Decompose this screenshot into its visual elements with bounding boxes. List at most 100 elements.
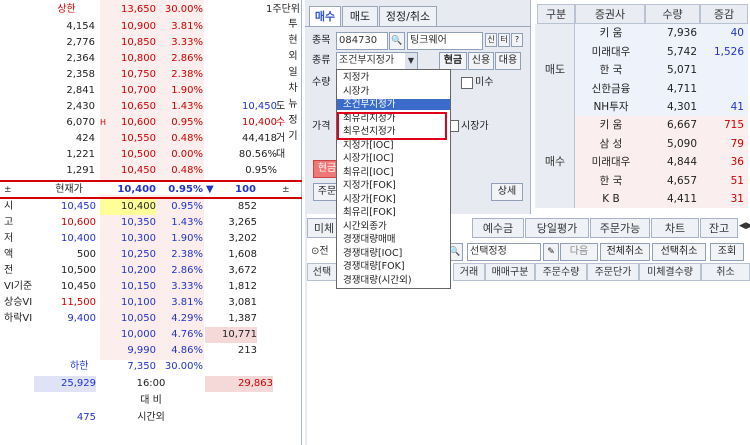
- scroll-arrow-icon[interactable]: ◀▶: [739, 221, 750, 231]
- dropdown-item[interactable]: 시장가[IOC]: [337, 153, 450, 164]
- tab-chart[interactable]: 차트: [651, 218, 699, 238]
- bid-pct: 0.95%: [171, 201, 203, 212]
- bid-row[interactable]: 전 10,500 10,200 2.86% 3,672: [0, 263, 285, 279]
- shortcut-button[interactable]: 터: [498, 33, 510, 47]
- broker-change: 41: [730, 101, 744, 113]
- order-type-dropdown[interactable]: 지정가 시장가 조건부지정가 최유리지정가 최우선지정가 지정가[IOC] 시장가[IOC]…: [336, 69, 451, 289]
- cash-button[interactable]: 현금: [439, 52, 467, 70]
- dropdown-item[interactable]: 경쟁대량[IOC]: [337, 248, 450, 259]
- bid-row[interactable]: 시 10,450 10,400 0.95% 852: [0, 199, 285, 215]
- dropdown-item[interactable]: 조건부지정가: [337, 99, 450, 110]
- tab-buy[interactable]: 매수: [309, 6, 341, 26]
- bid-row[interactable]: 하락VI 9,400 10,050 4.29% 1,387: [0, 311, 285, 327]
- ask-row[interactable]: 6,070 10,600 0.95% 10,400 수 H: [0, 115, 285, 131]
- broker-qty: 5,071: [666, 64, 697, 76]
- side-tab[interactable]: 현: [284, 33, 302, 49]
- dropdown-item[interactable]: 최유리[FOK]: [337, 207, 450, 218]
- tab-daily-eval[interactable]: 당일평가: [525, 218, 589, 238]
- dropdown-item[interactable]: 최유리[IOC]: [337, 167, 450, 178]
- expand-right-icon[interactable]: ±: [282, 182, 296, 198]
- broker-name: 삼 성: [599, 137, 623, 150]
- dropdown-item[interactable]: 시간외종가: [337, 221, 450, 232]
- broker-row: NH투자 4,301 41: [535, 98, 750, 116]
- credit-button[interactable]: 신용: [468, 52, 494, 70]
- ask-price: 10,450: [121, 165, 156, 176]
- ask-volume: 2,364: [66, 53, 95, 64]
- side-tab[interactable]: 투: [284, 17, 302, 33]
- filter-label[interactable]: ⊙전: [311, 243, 329, 261]
- code-input[interactable]: 084730: [336, 32, 388, 50]
- bid-price: 10,050: [121, 313, 156, 324]
- bid-row[interactable]: 상승VI 11,500 10,100 3.81% 3,081: [0, 295, 285, 311]
- current-price-row: ± 현재가 10,400 0.95% ▼ 100 ±: [0, 182, 302, 198]
- dropdown-item[interactable]: 경쟁대량[FOK]: [337, 261, 450, 272]
- market-label: 시장가: [461, 121, 489, 132]
- next-button[interactable]: 다음: [560, 243, 598, 261]
- bid-row[interactable]: 10,000 4.76% 10,771: [0, 327, 285, 343]
- help-button[interactable]: ?: [511, 33, 523, 47]
- order-type-select[interactable]: 조건부지정가 ▼: [336, 52, 418, 70]
- tab-orderable[interactable]: 주문가능: [590, 218, 650, 238]
- dropdown-item[interactable]: 지정가[FOK]: [337, 180, 450, 191]
- misu-checkbox[interactable]: [461, 77, 473, 89]
- broker-row: K B 4,411 31: [535, 190, 750, 208]
- cancel-all-button[interactable]: 전체취소: [600, 243, 650, 261]
- ask-row[interactable]: 1,221 10,500 0.00% 80.56% 대: [0, 147, 285, 163]
- expand-left-icon[interactable]: ±: [4, 182, 18, 198]
- dropdown-item[interactable]: 경쟁대량매매: [337, 234, 450, 245]
- side-tab[interactable]: 차: [284, 81, 302, 97]
- broker-name: 키 움: [599, 27, 623, 39]
- bid-row[interactable]: 액 500 10,250 2.38% 1,608: [0, 247, 285, 263]
- ask-row[interactable]: 2,841 10,700 1.90%: [0, 83, 285, 99]
- dropdown-item[interactable]: 시장가: [337, 86, 450, 97]
- broker-change: 36: [730, 156, 744, 168]
- broker-row: 신한금융 4,711: [535, 80, 750, 98]
- ask-row[interactable]: 424 10,550 0.48% 44,418 거: [0, 131, 285, 147]
- side-tab[interactable]: 뉴: [284, 97, 302, 113]
- bid-info-value: 10,500: [61, 265, 96, 276]
- ask-volume: 1,291: [66, 165, 95, 176]
- loan-button[interactable]: 대용: [495, 52, 521, 70]
- side-tab[interactable]: 외: [284, 49, 302, 65]
- query-button[interactable]: 조회: [710, 243, 744, 261]
- lower-limit-price: 7,350: [127, 361, 156, 372]
- side-tab[interactable]: 기: [284, 129, 302, 145]
- ask-row[interactable]: 1,291 10,450 0.48% 0.95%: [0, 163, 285, 179]
- ask-row[interactable]: 2,430 10,650 1.43% 10,450 도: [0, 99, 285, 115]
- dropdown-item[interactable]: 경쟁대량(시간외): [337, 275, 450, 286]
- bid-row[interactable]: 9,990 4.86% 213: [0, 343, 285, 359]
- search-icon[interactable]: 🔍: [389, 32, 405, 50]
- new-button[interactable]: 신: [485, 33, 497, 47]
- dropdown-item[interactable]: 지정가[IOC]: [337, 140, 450, 151]
- broker-change: 79: [730, 137, 744, 150]
- bid-info-value: 10,450: [61, 201, 96, 212]
- bid-row[interactable]: VI기준 10,450 10,150 3.33% 1,812: [0, 279, 285, 295]
- broker-qty: 6,667: [666, 119, 697, 131]
- broker-change: 31: [730, 193, 744, 205]
- ask-price: 10,800: [121, 53, 156, 64]
- detail-button[interactable]: 상세: [491, 183, 523, 201]
- tab-sell[interactable]: 매도: [342, 6, 378, 26]
- cancel-selected-button[interactable]: 선택취소: [652, 243, 706, 261]
- bid-pct: 3.33%: [171, 281, 203, 292]
- select-modify-select[interactable]: 선택정정: [467, 243, 541, 261]
- col-trade: 거래: [453, 263, 485, 281]
- tab-balance[interactable]: 잔고: [700, 218, 738, 238]
- bid-row[interactable]: 저 10,400 10,300 1.90% 3,202: [0, 231, 285, 247]
- dropdown-item[interactable]: 시장가[FOK]: [337, 194, 450, 205]
- stock-name-field: 팅크웨어: [407, 32, 483, 50]
- ask-row[interactable]: 2,776 10,850 3.33%: [0, 35, 285, 51]
- dropdown-item[interactable]: 지정가: [337, 72, 450, 83]
- ask-row[interactable]: 2,364 10,800 2.86%: [0, 51, 285, 67]
- side-tab[interactable]: 일: [284, 65, 302, 81]
- side-tab[interactable]: 정: [284, 113, 302, 129]
- bid-row[interactable]: 고 10,600 10,350 1.43% 3,265: [0, 215, 285, 231]
- tool-icon[interactable]: ✎: [543, 243, 559, 261]
- chevron-down-icon[interactable]: ▼: [405, 53, 417, 69]
- upper-limit-label: 상한: [57, 4, 76, 15]
- tab-deposit[interactable]: 예수금: [472, 218, 524, 238]
- ask-volume: 4,154: [66, 21, 95, 32]
- tab-modify-cancel[interactable]: 정정/취소: [379, 6, 437, 26]
- ask-row[interactable]: 2,358 10,750 2.38%: [0, 67, 285, 83]
- ask-row[interactable]: 4,154 10,900 3.81%: [0, 19, 285, 35]
